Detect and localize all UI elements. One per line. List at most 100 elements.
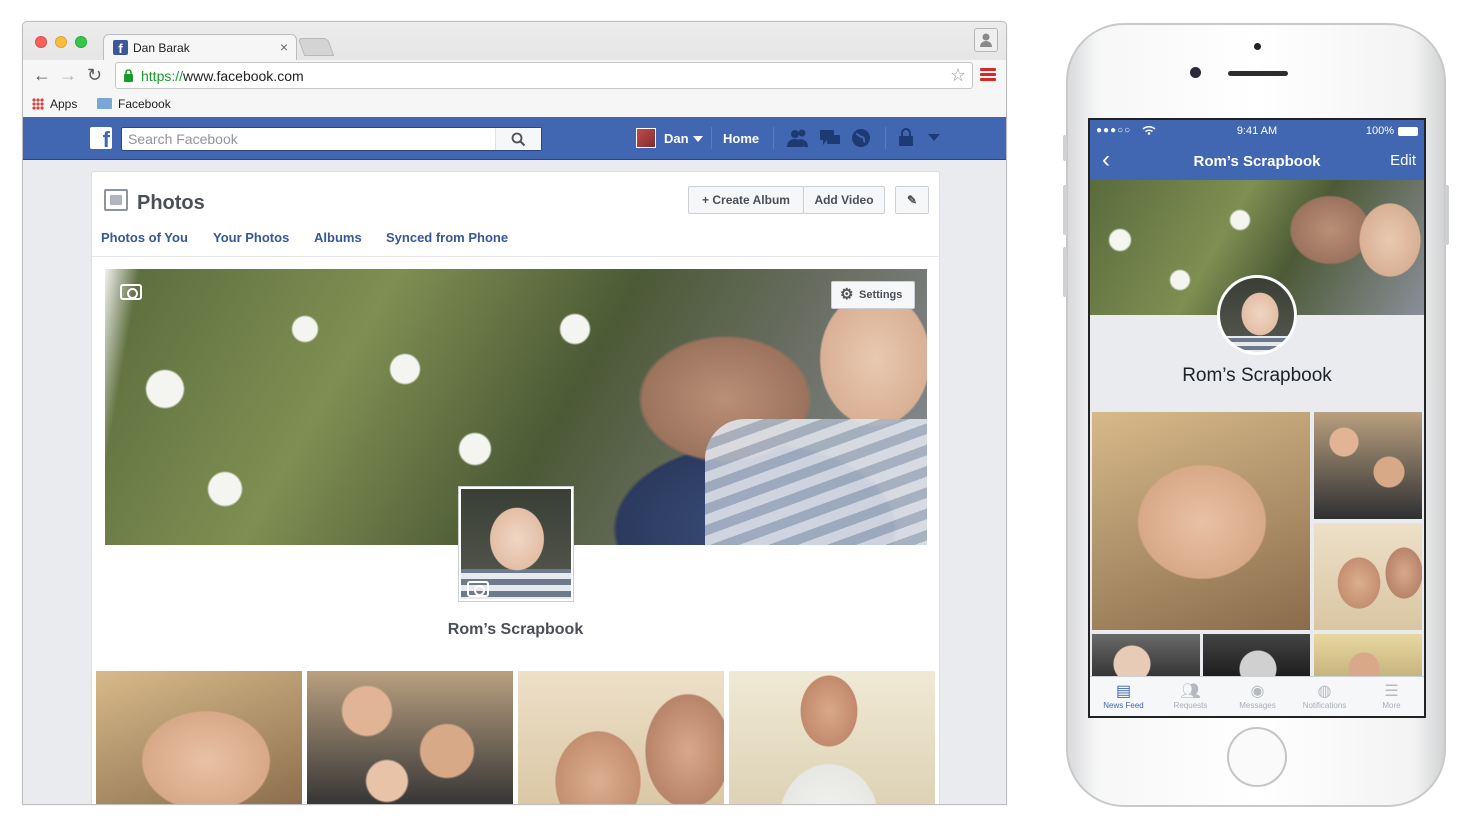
bookmark-star-icon[interactable]: ☆: [950, 65, 966, 86]
change-cover-camera-icon[interactable]: [120, 284, 142, 300]
url-text: https://www.facebook.com: [141, 68, 304, 84]
volume-up-button: [1063, 185, 1067, 235]
notifications-icon: ◍: [1317, 683, 1332, 700]
tab-requests[interactable]: 👥︎ Requests: [1157, 682, 1224, 710]
album-profile-picture[interactable]: [458, 486, 574, 602]
search-button[interactable]: [495, 128, 541, 150]
apps-grid-icon: [32, 98, 44, 110]
photo-thumbnail[interactable]: [1314, 412, 1422, 519]
minimize-window-button[interactable]: [55, 36, 67, 48]
address-bar[interactable]: https://www.facebook.com ☆: [115, 62, 973, 89]
user-icon: [980, 33, 992, 47]
settings-button[interactable]: ⚙ Settings: [831, 281, 915, 309]
photo-thumbnail[interactable]: [518, 671, 724, 804]
tab-messages[interactable]: ◉ Messages: [1224, 682, 1291, 710]
bookmarks-bar: Apps Facebook: [23, 92, 1006, 117]
photos-icon: [104, 189, 128, 211]
settings-label: Settings: [859, 289, 903, 301]
tab-title: Dan Barak: [133, 41, 190, 55]
messages-icon: ◉: [1250, 683, 1265, 700]
tab-your-photos[interactable]: Your Photos: [213, 230, 289, 245]
mobile-nav-bar: ‹ Rom’s Scrapbook Edit: [1090, 142, 1424, 180]
browser-profile-button[interactable]: [974, 28, 998, 52]
bookmark-facebook-label: Facebook: [118, 97, 171, 111]
photo-thumbnail[interactable]: [1314, 523, 1422, 630]
divider: [711, 127, 712, 149]
photo-thumbnail[interactable]: [96, 671, 302, 804]
page-title: Photos: [137, 192, 205, 214]
privacy-lock-icon[interactable]: [897, 128, 915, 148]
search-input[interactable]: [122, 128, 496, 150]
create-album-button[interactable]: + Create Album: [688, 186, 804, 214]
back-arrow-icon[interactable]: ←: [33, 65, 51, 86]
tab-label: More: [1382, 701, 1401, 710]
edit-button[interactable]: Edit: [1390, 152, 1416, 169]
mute-switch: [1063, 135, 1067, 161]
folder-icon: [97, 98, 112, 109]
battery-icon: [1398, 127, 1418, 136]
browser-tab[interactable]: f Dan Barak ×: [103, 34, 297, 60]
browser-window: f Dan Barak × ← → ↻ https://www.facebook…: [22, 21, 1007, 805]
messages-icon[interactable]: [819, 128, 841, 148]
new-tab-button[interactable]: [297, 38, 335, 56]
facebook-header: f Dan Home: [23, 117, 1006, 160]
divider: [885, 127, 886, 149]
add-video-button[interactable]: Add Video: [803, 186, 885, 214]
facebook-search: [121, 127, 542, 151]
navigation-bar: ← → ↻ https://www.facebook.com ☆: [23, 60, 1006, 92]
friend-requests-icon[interactable]: [787, 128, 809, 148]
photo-thumbnail[interactable]: [1092, 412, 1310, 630]
account-menu-chevron-icon[interactable]: [928, 134, 940, 142]
front-camera-icon: [1190, 67, 1201, 78]
browser-menu-icon[interactable]: [980, 68, 996, 81]
tab-label: Notifications: [1302, 701, 1347, 710]
photo-thumbnail[interactable]: [1092, 634, 1200, 678]
photo-thumbnail[interactable]: [1203, 634, 1310, 678]
photo-thumbnail[interactable]: [307, 671, 513, 804]
cover-photo-detail: [705, 419, 927, 545]
bookmark-apps[interactable]: Apps: [32, 97, 77, 111]
facebook-favicon-icon: f: [113, 40, 128, 56]
photos-card: Photos + Create Album Add Video ✎ Photos…: [91, 171, 940, 804]
tab-albums[interactable]: Albums: [314, 230, 362, 245]
zoom-window-button[interactable]: [75, 36, 87, 48]
photo-thumbnail[interactable]: [1314, 634, 1422, 678]
bookmark-apps-label: Apps: [50, 97, 78, 111]
facebook-logo-icon[interactable]: f: [90, 127, 112, 149]
divider: [773, 127, 774, 149]
edit-button[interactable]: ✎: [895, 186, 929, 214]
mobile-album-profile-picture[interactable]: [1217, 275, 1297, 355]
photos-header: Photos + Create Album Add Video ✎ Photos…: [92, 172, 939, 257]
search-icon: [511, 132, 526, 147]
tab-more[interactable]: ☰ More: [1358, 682, 1424, 710]
notifications-globe-icon[interactable]: [851, 128, 871, 148]
url-host: www.facebook.com: [183, 68, 304, 84]
battery-percent: 100%: [1365, 125, 1394, 137]
tab-notifications[interactable]: ◍ Notifications: [1291, 682, 1358, 710]
change-picture-camera-icon[interactable]: [467, 581, 489, 597]
forward-arrow-icon[interactable]: →: [59, 65, 77, 86]
tab-photos-of-you[interactable]: Photos of You: [101, 230, 188, 245]
mobile-photo-grid: [1092, 412, 1424, 678]
home-button[interactable]: [1227, 727, 1287, 787]
photo-thumbnail[interactable]: [729, 671, 935, 804]
tab-synced-from-phone[interactable]: Synced from Phone: [386, 230, 508, 245]
requests-icon: 👥︎: [1180, 683, 1201, 700]
browser-chrome: f Dan Barak × ← → ↻ https://www.facebook…: [23, 22, 1006, 117]
user-name: Dan: [664, 131, 689, 146]
close-window-button[interactable]: [35, 36, 47, 48]
tab-close-icon[interactable]: ×: [280, 39, 288, 55]
bookmark-facebook[interactable]: Facebook: [97, 97, 171, 111]
iphone-device: ●●●○○ 9:41 AM 100% ‹ Rom’s Scrapbook Edi…: [1063, 23, 1449, 807]
mobile-album-name: Rom’s Scrapbook: [1182, 365, 1332, 386]
tab-label: Messages: [1239, 701, 1276, 710]
tab-news-feed[interactable]: ▤ News Feed: [1090, 682, 1157, 710]
volume-down-button: [1063, 247, 1067, 297]
reload-icon[interactable]: ↻: [87, 65, 102, 86]
more-icon: ☰: [1384, 683, 1399, 700]
home-link[interactable]: Home: [723, 131, 759, 146]
gear-icon: ⚙: [840, 286, 854, 303]
mobile-page-title: Rom’s Scrapbook: [1193, 153, 1321, 170]
news-feed-icon: ▤: [1115, 683, 1132, 700]
url-scheme: https://: [141, 68, 184, 84]
